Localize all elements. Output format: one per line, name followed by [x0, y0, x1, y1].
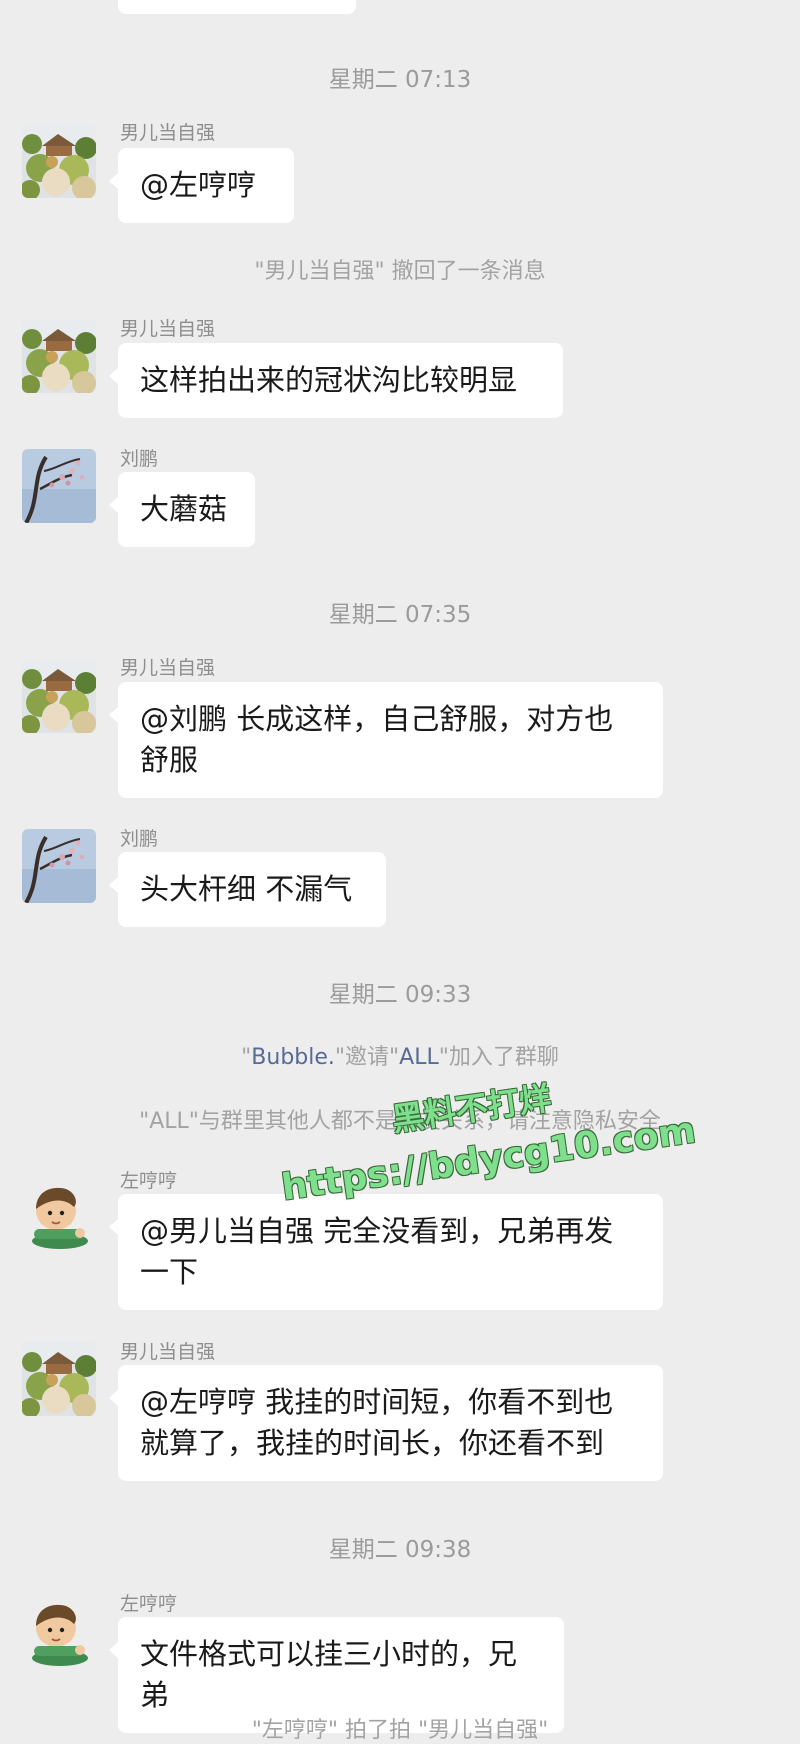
message-bubble[interactable]: @刘鹏 长成这样，自己舒服，对方也舒服 — [109, 682, 663, 798]
message-text: @刘鹏 长成这样，自己舒服，对方也舒服 — [140, 702, 614, 777]
landscape-avatar[interactable] — [22, 319, 96, 393]
invite-quote: " — [241, 1045, 252, 1070]
message-text: @左哼哼 我挂的时间短，你看不到也就算了，我挂的时间长，你还看不到 — [140, 1385, 614, 1460]
message-text: 头大杆细 不漏气 — [140, 872, 353, 906]
sender-name: 刘鹏 — [120, 828, 159, 850]
invite-notice: "Bubble."邀请"ALL"加入了群聊 — [0, 1039, 800, 1071]
previous-message-bubble — [118, 0, 356, 14]
timestamp: 星期二 07:35 — [328, 602, 472, 628]
recall-notice: "男儿当自强" 撤回了一条消息 — [254, 259, 546, 284]
timestamp: 星期二 07:13 — [328, 67, 472, 93]
sender-name: 刘鹏 — [120, 448, 159, 470]
message-bubble[interactable]: 头大杆细 不漏气 — [109, 852, 386, 927]
message-text: 文件格式可以挂三小时的，兄弟 — [140, 1637, 518, 1712]
message-bubble[interactable]: @左哼哼 — [109, 148, 294, 223]
blossom-avatar[interactable] — [22, 449, 96, 523]
invite-text: "邀请" — [334, 1045, 400, 1070]
blossom-avatar[interactable] — [22, 829, 96, 903]
landscape-avatar[interactable] — [22, 659, 96, 733]
sender-name: 男儿当自强 — [120, 122, 216, 144]
cartoon-boy-avatar[interactable] — [22, 1177, 96, 1251]
message-bubble[interactable]: @男儿当自强 完全没看到，兄弟再发一下 — [109, 1194, 663, 1310]
landscape-avatar[interactable] — [22, 124, 96, 198]
message-bubble[interactable]: 大蘑菇 — [109, 472, 255, 547]
pat-notice: "左哼哼" 拍了拍 "男儿当自强" — [251, 1718, 549, 1743]
sender-name: 左哼哼 — [120, 1593, 178, 1615]
message-text: @男儿当自强 完全没看到，兄弟再发一下 — [140, 1214, 614, 1289]
timestamp: 星期二 09:38 — [328, 1537, 472, 1563]
inviter-name-link[interactable]: Bubble. — [251, 1045, 335, 1070]
timestamp: 星期二 09:33 — [328, 982, 472, 1008]
sender-name: 男儿当自强 — [120, 657, 216, 679]
message-bubble[interactable]: 这样拍出来的冠状沟比较明显 — [109, 343, 563, 418]
sender-name: 左哼哼 — [120, 1170, 178, 1192]
invite-text-end: "加入了群聊 — [438, 1045, 559, 1070]
sender-name: 男儿当自强 — [120, 318, 216, 340]
invitee-name-link[interactable]: ALL — [399, 1045, 439, 1070]
message-text: 大蘑菇 — [140, 492, 228, 526]
message-bubble[interactable]: @左哼哼 我挂的时间短，你看不到也就算了，我挂的时间长，你还看不到 — [109, 1365, 663, 1481]
sender-name: 男儿当自强 — [120, 1341, 216, 1363]
landscape-avatar[interactable] — [22, 1342, 96, 1416]
cartoon-boy-avatar[interactable] — [22, 1594, 96, 1668]
message-text: 这样拍出来的冠状沟比较明显 — [140, 363, 518, 397]
message-text: @左哼哼 — [140, 168, 257, 202]
